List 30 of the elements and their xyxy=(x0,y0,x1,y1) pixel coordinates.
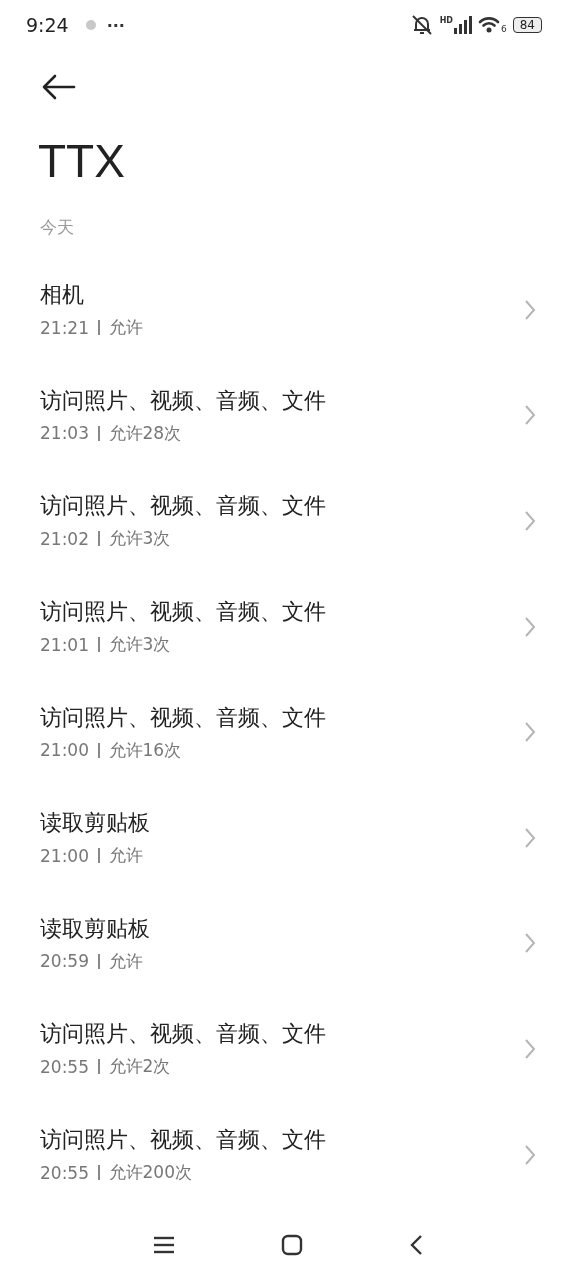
bell-muted-icon xyxy=(409,14,434,36)
record-item[interactable]: 访问照片、视频、音频、文件 21:00 允许16次 xyxy=(0,679,576,785)
record-item[interactable]: 访问照片、视频、音频、文件 20:55 允许200次 xyxy=(0,1101,576,1208)
chevron-right-icon xyxy=(524,510,536,532)
battery-indicator: 84 xyxy=(512,17,542,33)
record-item[interactable]: 读取剪贴板 20:59 允许 xyxy=(0,890,576,997)
chevron-right-icon xyxy=(524,1143,536,1166)
record-item[interactable]: 访问照片、视频、音频、文件 21:01 允许3次 xyxy=(0,573,576,680)
record-item[interactable]: 访问照片、视频、音频、文件 21:03 允许28次 xyxy=(0,362,576,469)
notification-dot-icon xyxy=(84,19,97,31)
chevron-right-icon xyxy=(524,826,536,849)
chevron-right-icon xyxy=(524,932,536,955)
record-item[interactable]: 相机 21:21 允许 xyxy=(0,257,576,363)
chevron-right-icon xyxy=(524,298,536,321)
home-icon[interactable] xyxy=(281,1234,303,1256)
record-item[interactable]: 读取剪贴板 21:00 允许 xyxy=(0,784,576,891)
wifi-signal: 6 xyxy=(478,16,507,34)
more-notifications: ··· xyxy=(106,15,125,35)
chevron-right-icon xyxy=(524,615,536,638)
record-item[interactable]: 访问照片、视频、音频、文件 20:55 允许2次 xyxy=(0,996,576,1102)
chevron-right-icon xyxy=(524,721,536,744)
back-icon[interactable] xyxy=(409,1234,423,1256)
section-header: 今天 xyxy=(40,216,75,239)
page-title: TTX xyxy=(38,134,126,188)
chevron-right-icon xyxy=(524,1037,536,1060)
status-time: 9:24 xyxy=(26,14,69,36)
menu-icon[interactable] xyxy=(153,1236,175,1254)
cellular-signal: HD xyxy=(439,16,472,34)
chevron-right-icon xyxy=(524,404,536,427)
record-item[interactable]: 访问照片、视频、音频、文件 21:02 允许3次 xyxy=(0,468,576,574)
